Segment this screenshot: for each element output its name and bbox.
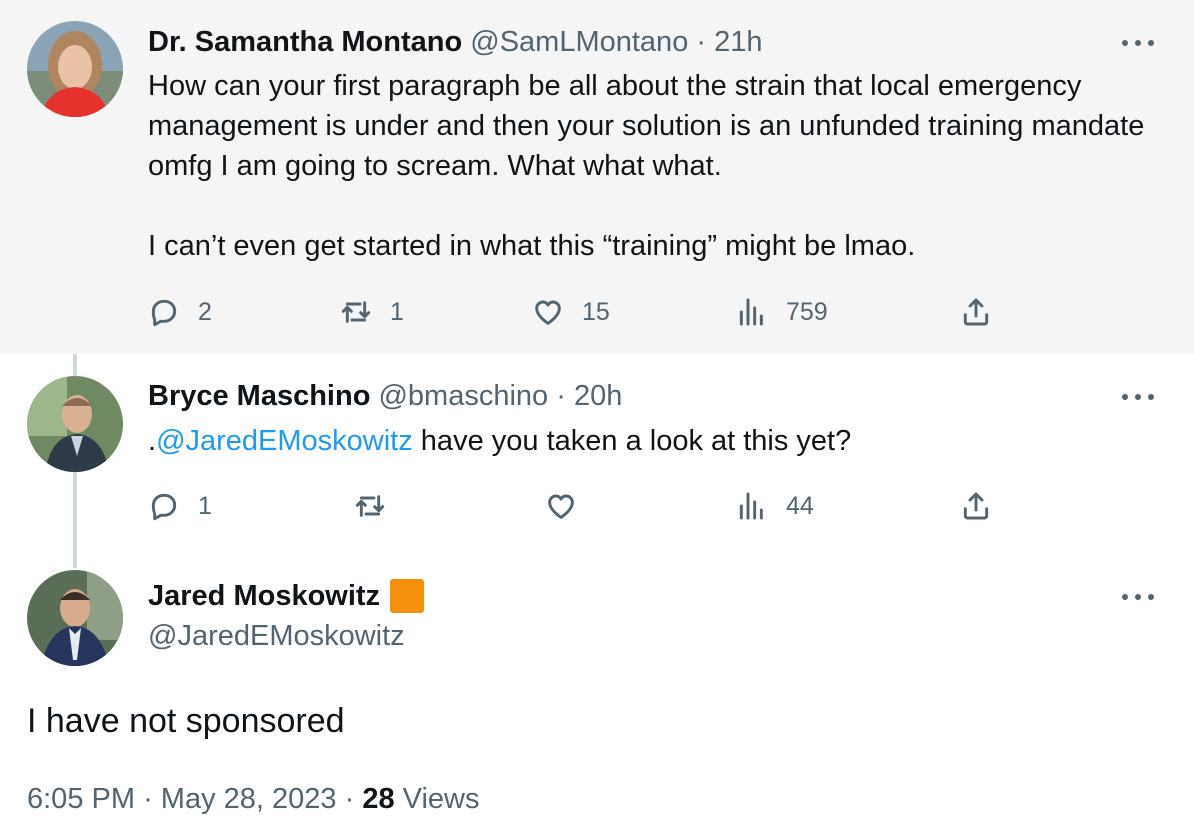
main-tweet-header: Jared Moskowitz @JaredEMoskowitz xyxy=(148,578,425,654)
like-button[interactable] xyxy=(545,488,595,524)
reply-button[interactable]: 2 xyxy=(148,294,212,330)
retweet-button[interactable]: 1 xyxy=(340,294,404,330)
reply-count: 2 xyxy=(198,297,212,326)
user-handle[interactable]: @JaredEMoskowitz xyxy=(148,618,424,654)
tweet-time[interactable]: 6:05 PM xyxy=(27,783,135,815)
tweet-header: Bryce Maschino @bmaschino · 20h xyxy=(148,379,622,413)
more-horizontal-icon[interactable] xyxy=(1122,390,1154,404)
views-count: 759 xyxy=(786,297,828,326)
more-horizontal-icon[interactable] xyxy=(1122,590,1154,604)
retweet-button[interactable] xyxy=(354,488,404,524)
tweet-header: Dr. Samantha Montano @SamLMontano · 21h xyxy=(148,25,763,59)
tweet-bryce[interactable]: Bryce Maschino @bmaschino · 20h .@JaredE… xyxy=(0,354,1194,562)
like-button[interactable]: 15 xyxy=(532,294,610,330)
share-button[interactable] xyxy=(960,294,992,330)
mention-link[interactable]: @JaredEMoskowitz xyxy=(156,425,413,457)
heart-icon xyxy=(548,494,574,519)
text-prefix: . xyxy=(148,425,157,457)
views-count: 44 xyxy=(786,491,814,520)
separator: · xyxy=(556,380,566,412)
heart-icon xyxy=(535,300,561,325)
views-label: Views xyxy=(402,783,480,815)
display-name[interactable]: Bryce Maschino xyxy=(148,380,370,412)
bar-chart-icon xyxy=(739,492,763,520)
separator: · xyxy=(143,783,153,815)
share-icon xyxy=(963,492,989,520)
user-handle[interactable]: @bmaschino xyxy=(378,380,548,412)
tweet-text: How can your first paragraph be all abou… xyxy=(148,70,1145,262)
reply-icon xyxy=(151,299,177,327)
main-tweet-text: I have not sponsored xyxy=(27,702,345,740)
share-button[interactable] xyxy=(960,488,992,524)
avatar[interactable] xyxy=(27,376,123,472)
separator: · xyxy=(696,26,707,58)
verified-badge-icon[interactable] xyxy=(390,579,425,613)
tweet-meta: 6:05 PM · May 28, 2023 · 28 Views xyxy=(27,780,480,818)
views-button[interactable]: 759 xyxy=(736,294,828,330)
timestamp[interactable]: 21h xyxy=(714,26,762,58)
text-suffix: have you taken a look at this yet? xyxy=(412,425,852,457)
more-horizontal-icon[interactable] xyxy=(1122,36,1154,50)
separator: · xyxy=(344,783,355,815)
reply-count: 1 xyxy=(198,491,212,520)
share-icon xyxy=(963,298,989,326)
retweet-icon xyxy=(341,301,371,323)
action-bar: 1 44 xyxy=(148,488,998,524)
tweet-text: .@JaredEMoskowitz have you taken a look … xyxy=(148,421,1154,461)
reply-button[interactable]: 1 xyxy=(148,488,212,524)
views-button[interactable]: 44 xyxy=(736,488,814,524)
timestamp[interactable]: 20h xyxy=(574,380,622,412)
tweet-samantha[interactable]: Dr. Samantha Montano @SamLMontano · 21h … xyxy=(0,0,1194,354)
action-bar: 2 1 15 759 xyxy=(148,294,998,330)
display-name[interactable]: Jared Moskowitz xyxy=(148,578,380,614)
reply-icon xyxy=(151,493,177,521)
display-name[interactable]: Dr. Samantha Montano xyxy=(148,26,462,58)
avatar[interactable] xyxy=(27,570,123,666)
avatar[interactable] xyxy=(27,21,123,117)
retweet-icon xyxy=(355,495,385,517)
main-display-name-row: Jared Moskowitz xyxy=(148,578,425,614)
bar-chart-icon xyxy=(739,298,763,326)
retweet-count: 1 xyxy=(390,297,404,326)
user-handle[interactable]: @SamLMontano xyxy=(470,26,688,58)
views-count: 28 xyxy=(362,783,395,815)
like-count: 15 xyxy=(582,297,610,326)
tweet-date[interactable]: May 28, 2023 xyxy=(161,783,337,815)
